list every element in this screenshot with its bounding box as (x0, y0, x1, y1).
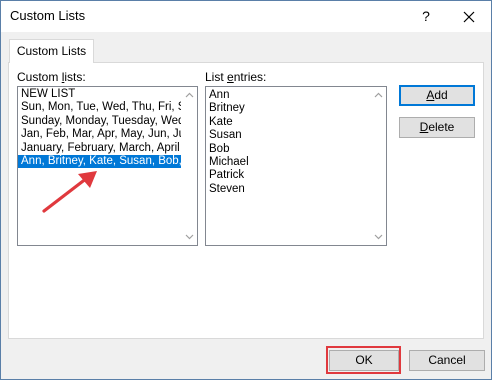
list-entries-textbox[interactable]: Ann Britney Kate Susan Bob Michael Patrick Stev… (205, 86, 387, 246)
custom-list-item[interactable]: NEW LIST (18, 88, 181, 101)
custom-list-item[interactable]: January, February, March, April (18, 142, 181, 155)
title-bar: Custom Lists ? (1, 1, 491, 32)
custom-lists-dialog: Custom Lists ? Custom Lists Custom lists… (0, 0, 492, 380)
list-entry-item[interactable]: Steven (206, 183, 370, 196)
delete-button[interactable]: Delete (399, 117, 475, 138)
custom-lists-scrollbar[interactable] (181, 87, 197, 245)
scroll-down-icon[interactable] (181, 229, 197, 245)
list-entry-item[interactable]: Patrick (206, 169, 370, 182)
close-button[interactable] (449, 1, 489, 32)
list-entries-label: List entries: (205, 70, 267, 84)
custom-list-item[interactable]: Jan, Feb, Mar, Apr, May, Jun, Ju (18, 128, 181, 141)
custom-list-item[interactable]: Sun, Mon, Tue, Wed, Thu, Fri, S (18, 101, 181, 114)
scroll-up-icon[interactable] (370, 87, 386, 103)
custom-list-item[interactable]: Sunday, Monday, Tuesday, Wed (18, 115, 181, 128)
tab-custom-lists[interactable]: Custom Lists (9, 39, 94, 63)
list-entry-item[interactable]: Susan (206, 129, 370, 142)
custom-lists-label: Custom lists: (17, 70, 86, 84)
window-title: Custom Lists (10, 8, 86, 23)
list-entries-scrollbar[interactable] (370, 87, 386, 245)
list-entry-item[interactable]: Kate (206, 116, 370, 129)
custom-lists-items: NEW LIST Sun, Mon, Tue, Wed, Thu, Fri, SS… (18, 88, 181, 169)
list-entry-item[interactable]: Ann (206, 89, 370, 102)
tab-panel: Custom lists: NEW LIST Sun, Mon, Tue, Wed… (8, 62, 484, 339)
help-button[interactable]: ? (411, 1, 441, 32)
red-arrow-annotation (42, 171, 97, 213)
ok-highlight-box (326, 346, 401, 374)
close-icon (463, 11, 475, 22)
list-entry-item[interactable]: Britney (206, 102, 370, 115)
add-button[interactable]: Add (399, 85, 475, 106)
scroll-down-icon[interactable] (370, 229, 386, 245)
list-entries-items: Ann Britney Kate Susan Bob Michael Patrick Stev… (206, 89, 370, 196)
list-entry-item[interactable]: Michael (206, 156, 370, 169)
cancel-button[interactable]: Cancel (409, 350, 485, 371)
list-entry-item[interactable]: Bob (206, 143, 370, 156)
help-icon: ? (422, 8, 430, 24)
scroll-up-icon[interactable] (181, 87, 197, 103)
